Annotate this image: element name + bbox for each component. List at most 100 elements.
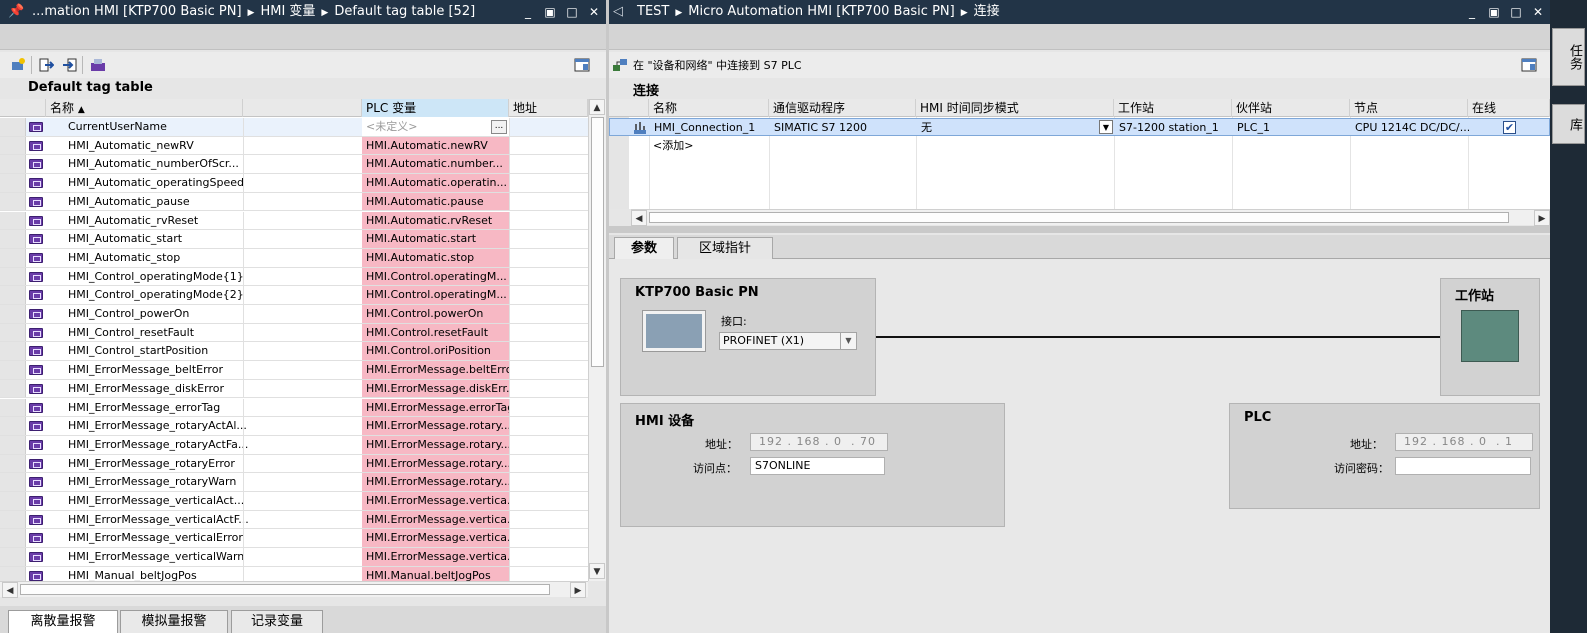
table-row[interactable]: HMI_ErrorMessage_rotaryActFa... HMI.Error… [0,435,588,455]
tag-name[interactable]: HMI_ErrorMessage_rotaryActAl... [68,417,247,435]
plc-tag-cell[interactable]: HMI.Automatic.operatin... [362,174,509,192]
table-row[interactable]: HMI_ErrorMessage_rotaryError HMI.ErrorMes… [0,454,588,474]
connection-station[interactable]: S7-1200 station_1 [1115,119,1233,137]
header-online[interactable]: 在线 [1468,99,1550,117]
connection-node[interactable]: CPU 1214C DC/DC/... [1351,119,1469,137]
row-header[interactable] [0,454,26,473]
tab-logging-tags[interactable]: 记录变量 [231,610,323,633]
row-header[interactable] [0,305,26,323]
tag-name[interactable]: HMI_ErrorMessage_verticalWarn [68,548,244,566]
row-header[interactable] [0,267,26,286]
row-header[interactable] [0,248,26,267]
tab-libraries[interactable]: 库 [1552,104,1585,144]
hscroll-thumb[interactable] [20,584,550,595]
row-header[interactable] [0,361,26,379]
pin-icon[interactable]: 📌 [8,0,24,24]
tab-analog-alarms[interactable]: 模拟量报警 [120,610,228,633]
header-node[interactable]: 节点 [1350,99,1468,117]
tag-name[interactable]: HMI_Control_startPosition [68,342,208,360]
tag-name[interactable]: HMI_Automatic_newRV [68,137,194,155]
hmi-ip-field[interactable]: 192 . 168 . 0 . 70 [750,433,888,451]
row-header[interactable] [0,286,26,304]
header-name[interactable]: 名称 [649,99,769,117]
plc-tag-cell[interactable]: HMI.Control.resetFault [362,323,509,342]
scroll-left-icon[interactable]: ◀ [631,210,647,226]
scroll-left-icon[interactable]: ◀ [2,582,18,598]
header-partner[interactable]: 伙伴站 [1232,99,1350,117]
plc-tag-cell[interactable]: HMI.ErrorMessage.rotary... [362,435,509,454]
row-header[interactable] [0,174,26,192]
header-driver[interactable]: 通信驱动程序 [769,99,916,117]
table-row[interactable]: HMI_Automatic_stop HMI.Automatic.stop [0,248,588,268]
plc-tag-cell[interactable]: HMI.Automatic.number... [362,155,509,174]
row-header[interactable] [0,323,26,342]
tag-name[interactable]: HMI_Automatic_rvReset [68,212,198,230]
close-icon[interactable]: ✕ [1530,4,1546,20]
connection-name[interactable]: HMI_Connection_1 [650,119,770,137]
row-header[interactable] [0,136,26,155]
table-row[interactable]: HMI_Automatic_operatingSpeed HMI.Automati… [0,174,588,193]
row-header[interactable] [0,435,26,454]
tab-discrete-alarms[interactable]: 离散量报警 [8,610,118,633]
row-header[interactable] [0,398,26,417]
plc-tag-cell[interactable]: <未定义> [362,118,509,136]
collapse-arrow-icon[interactable]: ◁ [613,0,623,24]
table-row[interactable]: HMI_Control_startPosition HMI.Control.ori… [0,342,588,362]
scroll-down-icon[interactable]: ▼ [589,563,605,579]
table-row[interactable]: HMI_Control_resetFault HMI.Control.resetF… [0,323,588,343]
minimize-icon[interactable]: _ [1464,4,1480,20]
row-header[interactable] [0,529,26,548]
editor-splitter[interactable] [609,226,1550,233]
row-header[interactable] [0,155,26,174]
chevron-down-icon[interactable]: ▼ [840,333,856,349]
row-header[interactable] [0,473,26,491]
breadcrumb-hmi-tags[interactable]: HMI 变量 [260,4,315,19]
float-icon[interactable]: ▣ [1486,4,1502,20]
plc-tag-cell[interactable]: HMI.Automatic.pause [362,192,509,211]
connection-driver[interactable]: SIMATIC S7 1200 [770,119,917,137]
tag-name[interactable]: HMI_Automatic_pause [68,193,190,211]
tag-name[interactable]: HMI_ErrorMessage_verticalAct... [68,492,244,510]
connect-in-devices-link[interactable]: 在 "设备和网络" 中连接到 S7 PLC [633,57,802,73]
row-header[interactable] [0,192,26,211]
tag-name[interactable]: HMI_ErrorMessage_rotaryError [68,455,235,473]
tag-name[interactable]: HMI_Control_operatingMode{2} [68,286,244,304]
row-header[interactable] [0,548,26,566]
plc-ip-field[interactable]: 192 . 168 . 0 . 1 [1395,433,1533,451]
tag-name[interactable]: HMI_ErrorMessage_verticalActF... [68,511,249,529]
tag-name[interactable]: CurrentUserName [68,118,167,136]
export-icon[interactable] [38,57,54,73]
breadcrumb-device[interactable]: Micro Automation HMI [KTP700 Basic PN] [688,4,954,19]
tag-name[interactable]: HMI_Automatic_stop [68,249,180,267]
tag-name[interactable]: HMI_ErrorMessage_rotaryWarn [68,473,236,491]
table-row[interactable]: HMI_Automatic_numberOfScr... HMI.Automati… [0,155,588,175]
table-row[interactable]: HMI_ErrorMessage_errorTag HMI.ErrorMessag… [0,398,588,418]
connection-row[interactable]: HMI_Connection_1 SIMATIC S7 1200 无 ▼ S7-… [609,118,1550,136]
table-row[interactable]: HMI_ErrorMessage_beltError HMI.ErrorMessa… [0,361,588,380]
row-header[interactable] [0,230,26,248]
header-address[interactable]: 地址 [509,99,588,117]
plc-tag-cell[interactable]: HMI.ErrorMessage.diskErr... [362,379,509,398]
tag-table-hscrollbar[interactable]: ◀ ▶ [0,581,588,598]
maximize-icon[interactable]: □ [1508,4,1524,20]
plc-tag-cell[interactable]: HMI.ErrorMessage.rotary... [362,454,509,473]
plc-tag-cell[interactable]: HMI.Control.operatingM... [362,286,509,304]
time-sync-dropdown[interactable]: 无 ▼ [917,119,1115,137]
connection-partner[interactable]: PLC_1 [1233,119,1351,137]
table-row[interactable]: HMI_ErrorMessage_verticalActF... HMI.Erro… [0,510,588,530]
tag-name[interactable]: HMI_Control_resetFault [68,324,194,342]
table-row[interactable]: HMI_ErrorMessage_verticalWarn HMI.ErrorMe… [0,548,588,567]
table-row[interactable]: HMI_Automatic_pause HMI.Automatic.pause [0,192,588,212]
header-name[interactable]: 名称 ▲ [46,99,243,117]
row-header[interactable] [0,118,26,136]
hscroll-thumb[interactable] [649,212,1509,223]
table-row[interactable]: HMI_ErrorMessage_diskError HMI.ErrorMessa… [0,379,588,399]
row-header[interactable] [0,379,26,398]
row-header[interactable] [0,492,26,510]
plc-tag-cell[interactable]: HMI.ErrorMessage.vertica... [362,492,509,510]
tag-name[interactable]: HMI_Automatic_operatingSpeed [68,174,244,192]
tag-name[interactable]: HMI_ErrorMessage_rotaryActFa... [68,436,248,454]
table-row[interactable]: CurrentUserName <未定义>... [0,118,588,137]
plc-tag-cell[interactable]: HMI.ErrorMessage.vertica... [362,529,509,548]
plc-tag-cell[interactable]: HMI.Automatic.rvReset [362,211,509,230]
